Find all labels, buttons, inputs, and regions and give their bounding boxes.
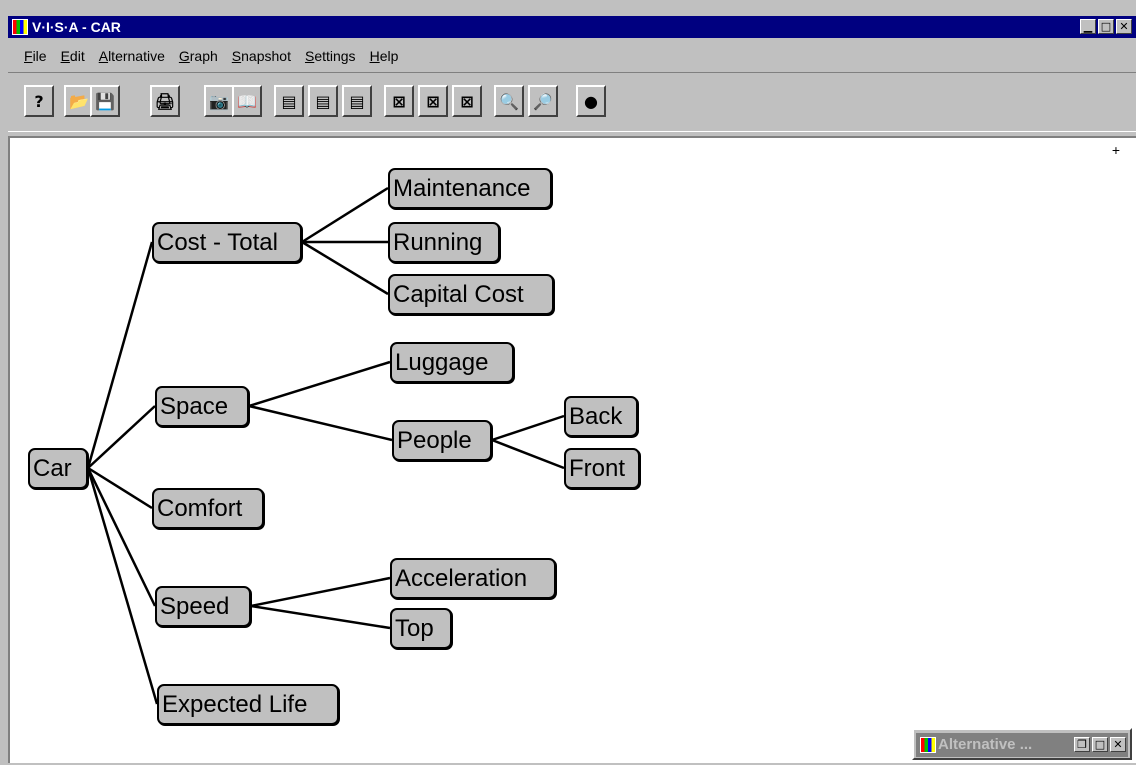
menu-settings[interactable]: Settings bbox=[305, 48, 356, 68]
title-bar[interactable]: V·I·S·A - CAR ▁ □ ✕ bbox=[8, 16, 1136, 38]
edge-space-luggage bbox=[248, 360, 391, 408]
chart-icon-1: ▤ bbox=[281, 91, 297, 111]
node-front[interactable]: Front bbox=[564, 448, 640, 489]
bomb-button[interactable]: ● bbox=[576, 85, 606, 117]
zoom-out-button[interactable]: 🔎 bbox=[528, 85, 558, 117]
node-cost[interactable]: Cost - Total bbox=[152, 222, 302, 263]
node-capital[interactable]: Capital Cost bbox=[388, 274, 554, 315]
zoom-in-icon: 🔍 bbox=[499, 91, 519, 111]
maximize-button[interactable]: □ bbox=[1098, 19, 1114, 34]
node-running[interactable]: Running bbox=[388, 222, 500, 263]
menu-file[interactable]: File bbox=[24, 48, 47, 68]
node-life[interactable]: Expected Life bbox=[157, 684, 339, 725]
zoom-in-button[interactable]: 🔍 bbox=[494, 85, 524, 117]
edge-people-front bbox=[491, 438, 565, 470]
chart-button[interactable]: ▤ bbox=[342, 85, 372, 117]
graph-icon-2: ⊠ bbox=[426, 91, 440, 111]
edge-speed-top bbox=[250, 604, 391, 630]
node-maint[interactable]: Maintenance bbox=[388, 168, 552, 209]
node-people[interactable]: People bbox=[392, 420, 492, 461]
camera-button[interactable]: 📷 bbox=[204, 85, 234, 117]
chart-button[interactable]: ▤ bbox=[274, 85, 304, 117]
menu-snapshot[interactable]: Snapshot bbox=[232, 48, 291, 68]
node-luggage[interactable]: Luggage bbox=[390, 342, 514, 383]
edge-cost-maint bbox=[301, 186, 389, 244]
node-top[interactable]: Top bbox=[390, 608, 452, 649]
zoom-out-icon: 🔎 bbox=[533, 91, 553, 111]
node-back[interactable]: Back bbox=[564, 396, 638, 437]
maximize-button[interactable]: □ bbox=[1092, 737, 1108, 752]
close-button[interactable]: ✕ bbox=[1110, 737, 1126, 752]
minimize-button[interactable]: ▁ bbox=[1080, 19, 1096, 34]
chart-icon-3: ▤ bbox=[349, 91, 365, 111]
graph-button[interactable]: ⊠ bbox=[384, 85, 414, 117]
app-icon[interactable] bbox=[12, 19, 28, 35]
book-button[interactable]: 📖 bbox=[232, 85, 262, 117]
graph-button[interactable]: ⊠ bbox=[418, 85, 448, 117]
close-button[interactable]: ✕ bbox=[1116, 19, 1132, 34]
edge-speed-accel bbox=[250, 576, 391, 608]
node-speed[interactable]: Speed bbox=[155, 586, 251, 627]
edge-car-cost bbox=[86, 241, 154, 469]
graph-icon-1: ⊠ bbox=[392, 91, 406, 111]
print-icon: 🖨 bbox=[154, 91, 176, 111]
chart-button[interactable]: ▤ bbox=[308, 85, 338, 117]
bomb-icon: ● bbox=[584, 91, 598, 111]
alternative-minimized-window[interactable]: Alternative ... ❐ □ ✕ bbox=[912, 728, 1132, 760]
node-car[interactable]: Car bbox=[28, 448, 88, 489]
node-accel[interactable]: Acceleration bbox=[390, 558, 556, 599]
help-button[interactable]: ? bbox=[24, 85, 54, 117]
node-space[interactable]: Space bbox=[155, 386, 249, 427]
open-folder-icon: 📂 bbox=[69, 91, 89, 111]
alternative-window-title: Alternative ... bbox=[938, 736, 1033, 753]
graph-button[interactable]: ⊠ bbox=[452, 85, 482, 117]
restore-button[interactable]: ❐ bbox=[1074, 737, 1090, 752]
chart-icon-2: ▤ bbox=[315, 91, 331, 111]
edge-people-back bbox=[491, 414, 565, 442]
app-icon bbox=[920, 737, 936, 753]
window-title: V·I·S·A - CAR bbox=[32, 19, 121, 35]
menu-alternative[interactable]: Alternative bbox=[99, 48, 165, 68]
menu-help[interactable]: Help bbox=[370, 48, 399, 68]
visa-main-window: V·I·S·A - CAR ▁ □ ✕ File Edit Alternativ… bbox=[0, 0, 1136, 763]
menu-bar: File Edit Alternative Graph Snapshot Set… bbox=[8, 40, 1136, 68]
book-icon: 📖 bbox=[237, 91, 257, 111]
menu-edit[interactable]: Edit bbox=[61, 48, 85, 68]
help-icon: ? bbox=[34, 91, 44, 111]
save-disk-button[interactable]: 💾 bbox=[90, 85, 120, 117]
node-comfort[interactable]: Comfort bbox=[152, 488, 264, 529]
toolbar: ? 📂 💾 🖨 📷 📖 ▤ ▤ ▤ ⊠ ⊠ ⊠ 🔍 🔎 ● bbox=[8, 72, 1136, 132]
save-disk-icon: 💾 bbox=[95, 91, 115, 111]
menu-graph[interactable]: Graph bbox=[179, 48, 218, 68]
tree-canvas[interactable]: + Car Cost - Total Space Comfort Speed Expect… bbox=[8, 136, 1136, 763]
edge-space-people bbox=[248, 404, 393, 442]
edge-cost-capital bbox=[301, 240, 389, 296]
graph-icon-3: ⊠ bbox=[460, 91, 474, 111]
camera-icon: 📷 bbox=[209, 91, 229, 111]
print-button[interactable]: 🖨 bbox=[150, 85, 180, 117]
